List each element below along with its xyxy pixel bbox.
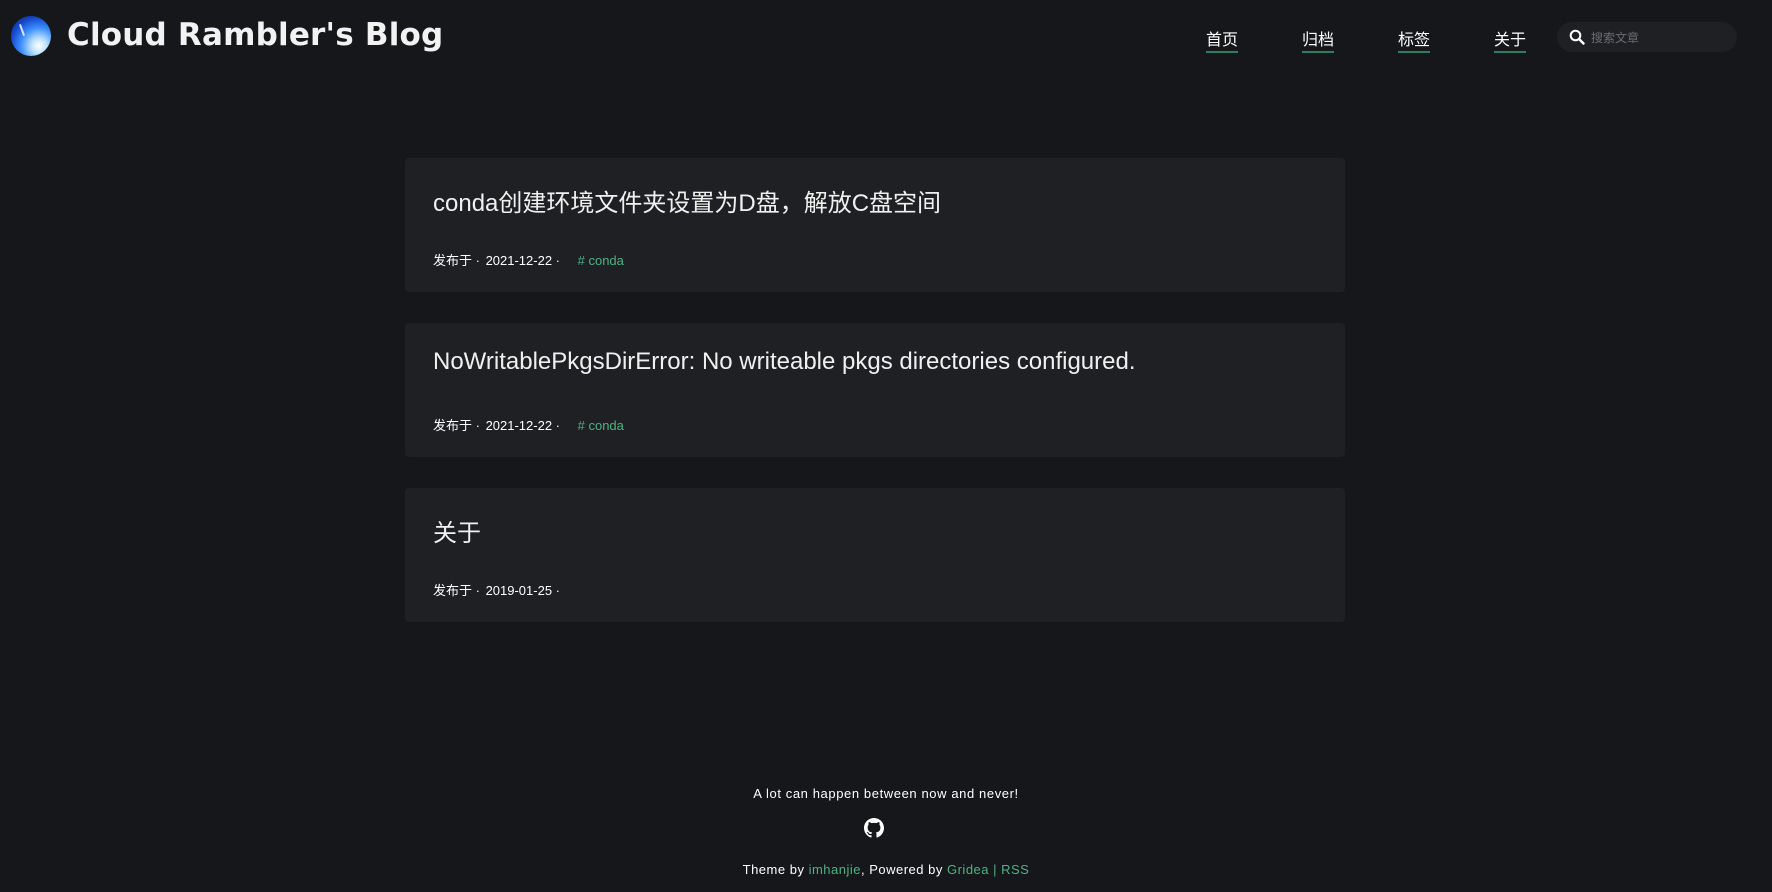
nav-link-about[interactable]: 关于 — [1494, 26, 1527, 53]
nav-link-archive[interactable]: 归档 — [1302, 26, 1335, 53]
post-meta-prefix: 发布于 · — [433, 418, 484, 433]
post-title[interactable]: NoWritablePkgsDirError: No writeable pkg… — [433, 348, 1136, 376]
post-meta-suffix: · — [552, 418, 564, 433]
post-tag[interactable]: # conda — [578, 253, 624, 268]
nav-link-home[interactable]: 首页 — [1206, 26, 1239, 53]
post-meta: 发布于 · 2021-12-22 · # conda — [433, 415, 624, 434]
rss-link[interactable]: | RSS — [989, 862, 1029, 877]
footer-credits: Theme by imhanjie, Powered by Gridea | R… — [0, 862, 1772, 877]
github-icon[interactable] — [864, 818, 884, 838]
post-tag[interactable]: # conda — [578, 418, 624, 433]
main-nav: 首页 归档 标签 关于 — [0, 26, 1772, 53]
search-input[interactable] — [1589, 26, 1733, 50]
theme-author-link[interactable]: imhanjie — [809, 862, 861, 877]
post-card: conda创建环境文件夹设置为D盘，解放C盘空间 发布于 · 2021-12-2… — [405, 158, 1345, 292]
footer-theme-by: Theme by — [742, 862, 809, 877]
footer-quote: A lot can happen between now and never! — [753, 786, 1019, 801]
post-meta-suffix: · — [552, 253, 564, 268]
post-meta-suffix: · — [552, 583, 561, 598]
nav-link-tags[interactable]: 标签 — [1398, 26, 1431, 53]
post-date: 2019-01-25 — [485, 583, 553, 598]
post-card: 关于 发布于 · 2019-01-25 · — [405, 488, 1345, 622]
post-meta: 发布于 · 2021-12-22 · # conda — [433, 250, 624, 269]
footer-powered-by: , Powered by — [860, 862, 947, 877]
post-card: NoWritablePkgsDirError: No writeable pkg… — [405, 323, 1345, 457]
post-meta-prefix: 发布于 · — [433, 253, 484, 268]
post-date: 2021-12-22 — [485, 418, 553, 433]
post-title[interactable]: conda创建环境文件夹设置为D盘，解放C盘空间 — [433, 183, 941, 218]
page: Cloud Rambler's Blog 首页 归档 标签 关于 conda创建… — [0, 0, 1772, 892]
post-title[interactable]: 关于 — [433, 513, 481, 548]
gridea-link[interactable]: Gridea — [947, 862, 989, 877]
search-box[interactable] — [1557, 22, 1737, 52]
site-header: Cloud Rambler's Blog 首页 归档 标签 关于 — [0, 0, 1772, 76]
post-date: 2021-12-22 — [485, 253, 553, 268]
post-meta: 发布于 · 2019-01-25 · — [433, 580, 560, 599]
post-meta-prefix: 发布于 · — [433, 583, 484, 598]
search-icon[interactable] — [1569, 29, 1585, 45]
